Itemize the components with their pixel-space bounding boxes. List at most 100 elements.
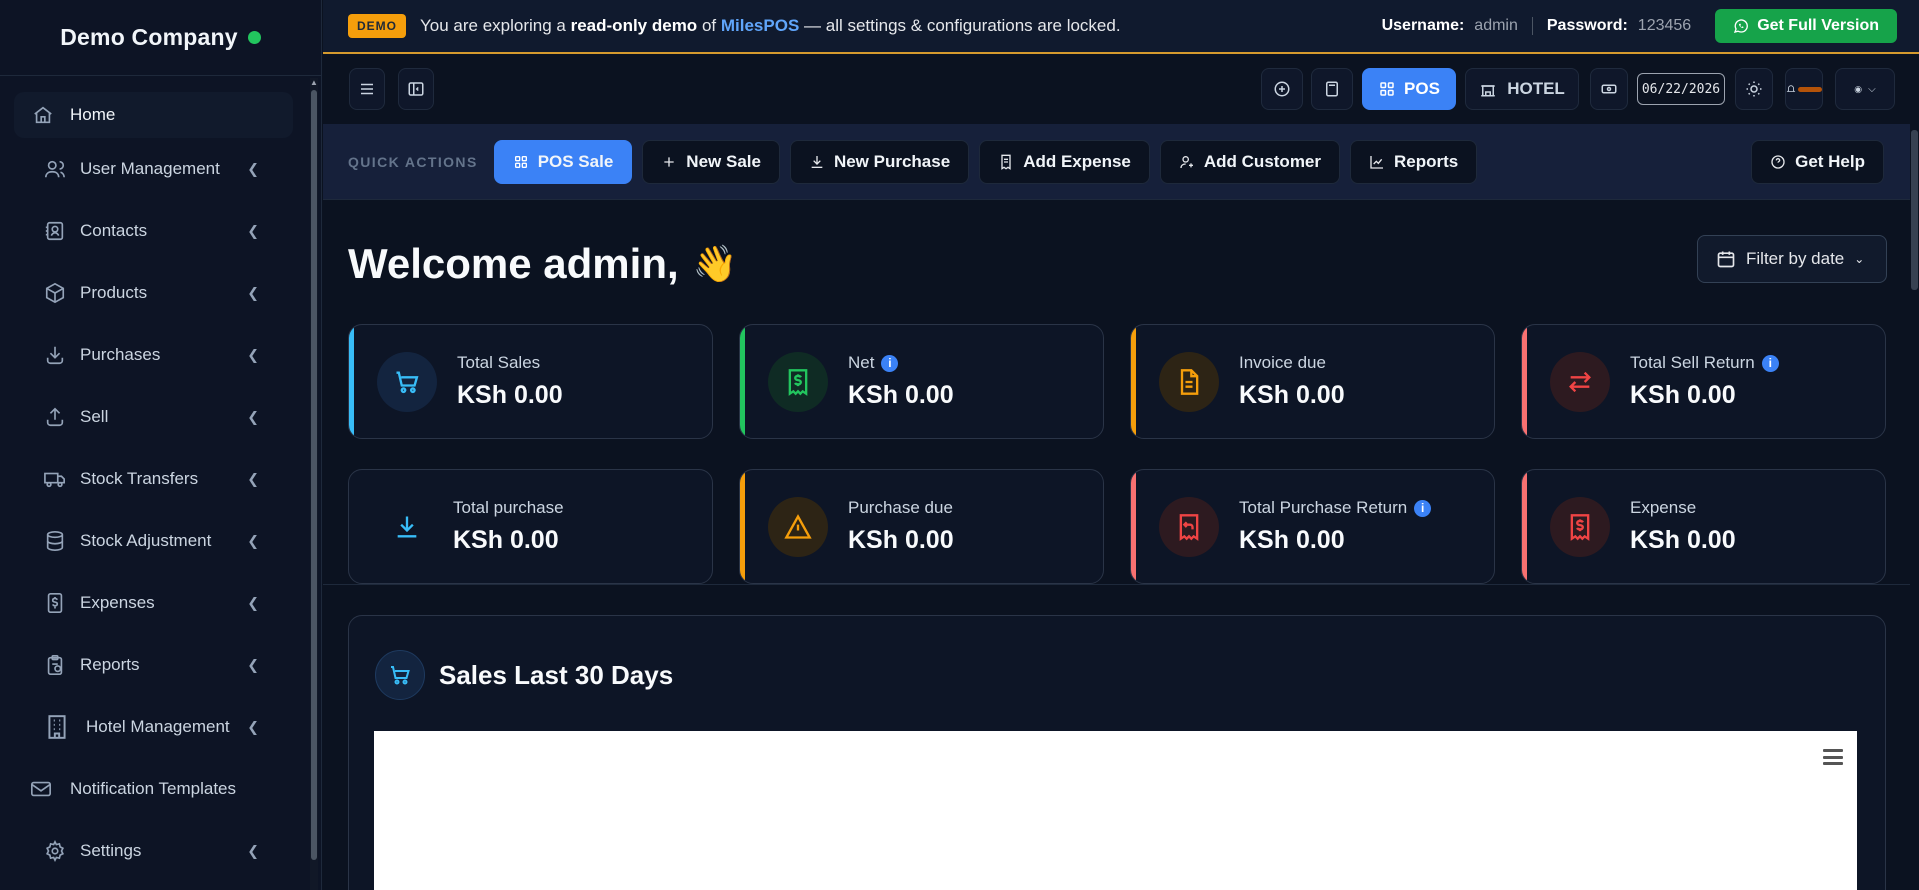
- sidebar-item-sell[interactable]: Sell ❮: [0, 386, 305, 448]
- banner-text-bold: read-only demo: [570, 16, 698, 35]
- sidebar-item-expenses[interactable]: Expenses ❮: [0, 572, 305, 634]
- cash-register-button[interactable]: [1590, 68, 1628, 110]
- calculator-button[interactable]: [1311, 68, 1353, 110]
- hotel-icon: [1481, 85, 1495, 97]
- sidebar-scrollbar-thumb[interactable]: [311, 90, 317, 860]
- sidebar-item-settings[interactable]: Settings ❮: [0, 820, 305, 882]
- password-value: 123456: [1637, 17, 1692, 34]
- chart-canvas: [374, 731, 1857, 890]
- company-name: Demo Company: [60, 24, 238, 50]
- menu-toggle-button[interactable]: [349, 68, 385, 110]
- chevron-left-icon: ❮: [247, 222, 259, 239]
- sidebar-item-user-management[interactable]: User Management ❮: [0, 138, 305, 200]
- warning-icon: [784, 514, 812, 539]
- home-icon: [34, 106, 52, 124]
- card-title: Total Purchase Return i: [1239, 498, 1432, 518]
- sidebar-panel-icon: [408, 82, 424, 96]
- chevron-left-icon: ❮: [247, 160, 259, 177]
- new-purchase-button[interactable]: New Purchase: [789, 139, 970, 184]
- scroll-up-arrow-icon[interactable]: ▲: [310, 78, 318, 88]
- hotel-label: HOTEL: [1507, 79, 1565, 98]
- card-icon-circle: [1550, 352, 1610, 412]
- sidebar-item-stock-adjustment[interactable]: Stock Adjustment ❮: [0, 510, 305, 572]
- banner-divider: [1531, 17, 1533, 35]
- card-title: Invoice due: [1239, 353, 1326, 373]
- notifications-button[interactable]: [1785, 68, 1823, 110]
- pos-sale-button[interactable]: POS Sale: [493, 139, 633, 184]
- chart-line-icon: [1370, 155, 1384, 169]
- info-icon[interactable]: i: [1761, 354, 1779, 372]
- user-menu-button[interactable]: ◉ ⌵: [1835, 68, 1895, 110]
- sidebar-item-home[interactable]: Home: [14, 92, 293, 138]
- add-expense-button[interactable]: Add Expense: [979, 139, 1150, 184]
- date-input[interactable]: 06/22/2026: [1636, 73, 1726, 105]
- stat-card-net[interactable]: Net i KSh 0.00: [739, 324, 1104, 439]
- sidebar-item-notification-templates[interactable]: Notification Templates: [0, 758, 305, 820]
- card-title: Total Sell Return i: [1630, 353, 1779, 373]
- sun-icon: [1746, 81, 1762, 97]
- truck-icon: [44, 472, 65, 488]
- stat-card-purchase-due[interactable]: Purchase due KSh 0.00: [739, 469, 1104, 584]
- date-picker[interactable]: 06/22/2026: [1636, 68, 1726, 110]
- sidebar-collapse-button[interactable]: [398, 68, 434, 110]
- chevron-left-icon: ❮: [247, 594, 259, 611]
- get-full-version-button[interactable]: Get Full Version: [1715, 9, 1897, 43]
- stat-card-expense[interactable]: Expense KSh 0.00: [1521, 469, 1886, 584]
- building-icon: [48, 715, 66, 739]
- menu-line: [1823, 749, 1843, 752]
- add-new-button[interactable]: [1261, 68, 1303, 110]
- card-value: KSh 0.00: [1630, 526, 1736, 554]
- stat-card-total-sales[interactable]: Total Sales KSh 0.00: [348, 324, 713, 439]
- pos-button[interactable]: POS: [1362, 68, 1456, 110]
- users-icon: [45, 160, 65, 178]
- card-title-text: Net: [848, 353, 875, 372]
- card-title-text: Invoice due: [1239, 353, 1326, 372]
- stat-card-total-purchase-return[interactable]: Total Purchase Return i KSh 0.00: [1130, 469, 1495, 584]
- quick-actions-bar: QUICK ACTIONS POS Sale New Sale New Purc…: [323, 124, 1910, 200]
- stat-card-invoice-due[interactable]: Invoice due KSh 0.00: [1130, 324, 1495, 439]
- sidebar-item-reports[interactable]: Reports ❮: [0, 634, 305, 696]
- card-value: KSh 0.00: [1239, 526, 1345, 554]
- banner-brand-link[interactable]: MilesPOS: [721, 16, 799, 36]
- chevron-left-icon: ❮: [247, 284, 259, 301]
- get-help-button[interactable]: Get Help: [1751, 140, 1884, 184]
- sales-chart-panel: Sales Last 30 Days: [348, 615, 1886, 890]
- card-value: KSh 0.00: [848, 526, 954, 554]
- chart-title: Sales Last 30 Days: [439, 659, 674, 690]
- sidebar-item-contacts[interactable]: Contacts ❮: [0, 200, 305, 262]
- sidebar-item-products[interactable]: Products ❮: [0, 262, 305, 324]
- chart-menu-icon[interactable]: [1823, 749, 1843, 765]
- download-icon: [46, 346, 64, 365]
- chart-header: Sales Last 30 Days: [375, 650, 673, 700]
- main-scrollbar-thumb[interactable]: [1911, 130, 1918, 290]
- download-icon: [811, 155, 823, 168]
- username-label: Username:: [1381, 17, 1465, 34]
- card-icon-circle: [768, 497, 828, 557]
- stat-card-total-purchase[interactable]: Total purchase KSh 0.00: [348, 469, 713, 584]
- info-icon[interactable]: i: [1414, 499, 1432, 517]
- clipboard-icon: [47, 655, 63, 675]
- sidebar-item-purchases[interactable]: Purchases ❮: [0, 324, 305, 386]
- envelope-icon: [31, 781, 51, 797]
- hotel-button[interactable]: HOTEL: [1465, 68, 1579, 110]
- calendar-icon: [1717, 251, 1735, 268]
- add-customer-button[interactable]: Add Customer: [1159, 139, 1341, 184]
- sidebar: Demo Company Home User Management ❮ Cont…: [0, 0, 322, 890]
- download-icon: [397, 516, 417, 538]
- welcome-text: Welcome admin,: [348, 240, 679, 287]
- sidebar-item-stock-transfers[interactable]: Stock Transfers ❮: [0, 448, 305, 510]
- reports-button[interactable]: Reports: [1350, 139, 1478, 184]
- card-accent: [1131, 325, 1136, 438]
- card-accent: [349, 325, 354, 438]
- info-icon[interactable]: i: [881, 354, 899, 372]
- invoice-icon: [1180, 369, 1199, 395]
- sidebar-brand[interactable]: Demo Company: [0, 0, 321, 76]
- stat-card-total-sell-return[interactable]: Total Sell Return i KSh 0.00: [1521, 324, 1886, 439]
- sidebar-item-hotel-management[interactable]: Hotel Management ❮: [0, 696, 305, 758]
- filter-by-date-button[interactable]: Filter by date ⌄: [1697, 235, 1887, 283]
- chevron-left-icon: ❮: [247, 842, 259, 859]
- new-sale-button[interactable]: New Sale: [642, 139, 780, 184]
- theme-toggle-button[interactable]: [1735, 68, 1773, 110]
- add-customer-label: Add Customer: [1203, 151, 1322, 171]
- box-icon: [45, 282, 65, 304]
